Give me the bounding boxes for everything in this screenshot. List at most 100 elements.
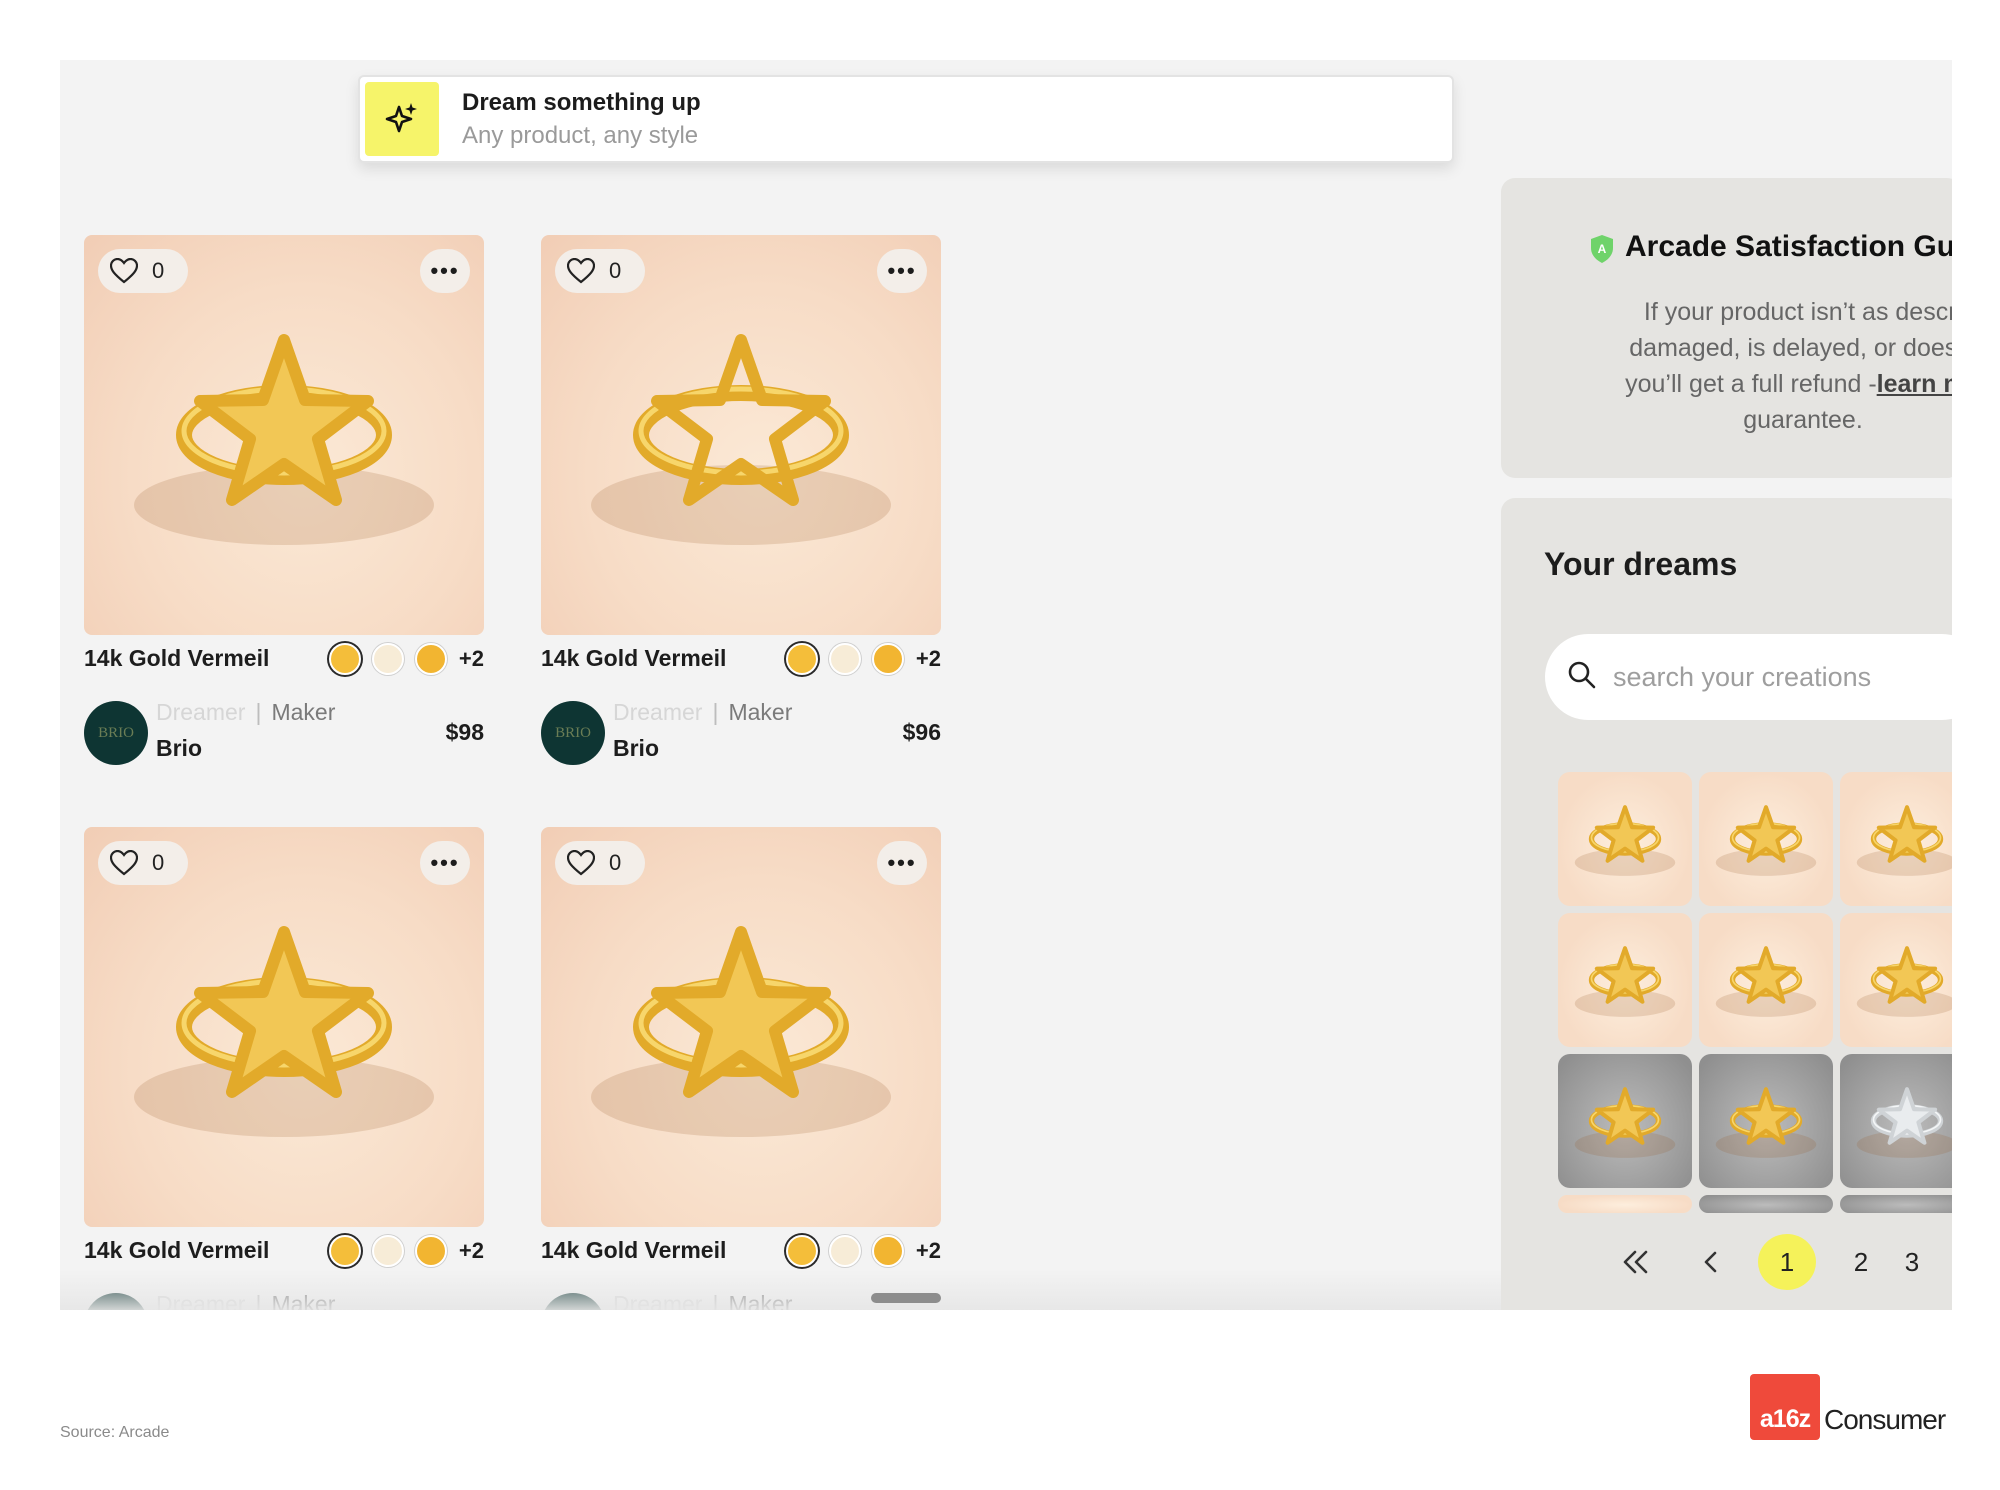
dream-thumbnail-partial[interactable] [1840, 1195, 1952, 1213]
source-caption: Source: Arcade [60, 1424, 170, 1441]
color-swatch[interactable] [328, 1235, 361, 1267]
guarantee-line: guarantee. [1743, 406, 1863, 434]
logo-mark: a16z [1750, 1374, 1820, 1440]
role-dreamer: Dreamer [156, 699, 246, 725]
pagination: 1 2 3 [1501, 1228, 1952, 1298]
dream-thumbnail[interactable] [1558, 913, 1692, 1047]
guarantee-body: If your product isn’t as descri damaged,… [1543, 294, 1952, 438]
color-swatch[interactable] [785, 1235, 818, 1267]
product-title: 14k Gold Vermeil [84, 645, 270, 671]
product-image[interactable] [541, 235, 941, 635]
guarantee-title: Arcade Satisfaction Gu [1625, 230, 1952, 263]
search-input[interactable] [1613, 661, 1952, 693]
roles: Dreamer|Maker [156, 699, 336, 725]
color-swatch[interactable] [371, 1235, 404, 1267]
dream-thumbnail[interactable] [1558, 1054, 1692, 1188]
role-maker: Maker [728, 699, 793, 725]
roles: Dreamer|Maker [613, 699, 793, 725]
dream-thumbnail[interactable] [1840, 913, 1952, 1047]
color-options: +2 [785, 1235, 941, 1267]
role-dreamer: Dreamer [613, 699, 703, 725]
page-2-button[interactable]: 2 [1846, 1234, 1876, 1290]
like-button[interactable]: 0 [555, 249, 645, 293]
like-button[interactable]: 0 [98, 249, 188, 293]
product-image[interactable] [541, 827, 941, 1227]
product-title: 14k Gold Vermeil [84, 1237, 270, 1263]
guarantee-line: If your product isn’t as descri [1643, 298, 1952, 326]
like-count: 0 [609, 850, 622, 875]
like-count: 0 [609, 258, 622, 283]
more-options-icon[interactable]: ••• [877, 249, 927, 293]
color-options: +2 [328, 643, 484, 675]
color-options: +2 [785, 643, 941, 675]
more-options-icon[interactable]: ••• [420, 249, 470, 293]
product-title: 14k Gold Vermeil [541, 645, 727, 671]
like-button[interactable]: 0 [555, 841, 645, 885]
avatar[interactable]: BRIO [541, 701, 605, 765]
scrollbar-thumb[interactable] [871, 1293, 941, 1303]
color-options: +2 [328, 1235, 484, 1267]
avatar[interactable]: BRIO [84, 701, 148, 765]
your-dreams-panel: Your dreams [1501, 498, 1952, 1310]
heart-icon [110, 850, 138, 876]
color-swatch[interactable] [371, 643, 404, 675]
like-count: 0 [152, 850, 165, 875]
chevron-left-icon[interactable] [1691, 1234, 1731, 1290]
more-colors-count[interactable]: +2 [916, 1238, 941, 1264]
shield-icon: A [1589, 234, 1615, 269]
learn-more-link[interactable]: learn mo [1877, 370, 1952, 398]
guarantee-line-text: you’ll get a full refund - [1625, 370, 1877, 398]
like-count: 0 [152, 258, 165, 283]
scroll-fade [60, 1270, 1510, 1310]
dream-thumbnail[interactable] [1840, 772, 1952, 906]
product-image[interactable] [84, 827, 484, 1227]
dream-prompt-bar[interactable]: Dream something up Any product, any styl… [358, 75, 1454, 163]
guarantee-line: you’ll get a full refund -learn mo [1543, 366, 1952, 402]
sparkles-icon [365, 82, 439, 156]
product-image[interactable] [84, 235, 484, 635]
page-3-button[interactable]: 3 [1897, 1234, 1927, 1290]
heart-icon [567, 258, 595, 284]
color-swatch[interactable] [828, 1235, 861, 1267]
dream-thumbnail[interactable] [1558, 772, 1692, 906]
color-swatch[interactable] [785, 643, 818, 675]
dream-thumbnail-partial[interactable] [1558, 1195, 1692, 1213]
maker-name[interactable]: Brio [156, 735, 202, 762]
svg-text:A: A [1598, 242, 1607, 256]
dream-title: Dream something up [462, 89, 701, 116]
color-swatch[interactable] [828, 643, 861, 675]
dream-thumbnail-partial[interactable] [1699, 1195, 1833, 1213]
more-options-icon[interactable]: ••• [877, 841, 927, 885]
dream-thumbnail[interactable] [1699, 913, 1833, 1047]
your-dreams-title: Your dreams [1544, 546, 1738, 582]
like-button[interactable]: 0 [98, 841, 188, 885]
maker-name[interactable]: Brio [613, 735, 659, 762]
more-colors-count[interactable]: +2 [459, 646, 484, 672]
dream-thumbnail[interactable] [1840, 1054, 1952, 1188]
search-icon [1567, 660, 1597, 695]
product-price: $96 [902, 719, 941, 745]
color-swatch[interactable] [328, 643, 361, 675]
search-creations[interactable] [1545, 634, 1952, 720]
product-title: 14k Gold Vermeil [541, 1237, 727, 1263]
more-colors-count[interactable]: +2 [459, 1238, 484, 1264]
color-swatch[interactable] [414, 1235, 447, 1267]
a16z-consumer-logo: a16z Consumer [1750, 1374, 1946, 1440]
more-colors-count[interactable]: +2 [916, 646, 941, 672]
satisfaction-guarantee-card: A Arcade Satisfaction Gu If your product… [1501, 178, 1952, 478]
double-chevron-left-icon[interactable] [1616, 1234, 1656, 1290]
color-swatch[interactable] [414, 643, 447, 675]
logo-word: Consumer [1824, 1404, 1946, 1435]
color-swatch[interactable] [871, 1235, 904, 1267]
dream-subtitle: Any product, any style [462, 122, 699, 149]
dream-thumbnail[interactable] [1699, 1054, 1833, 1188]
page-1-button[interactable]: 1 [1758, 1234, 1816, 1290]
guarantee-line: damaged, is delayed, or doesn’ [1629, 334, 1952, 362]
dream-thumbnail[interactable] [1699, 772, 1833, 906]
role-maker: Maker [271, 699, 336, 725]
app-frame: Dream something up Any product, any styl… [60, 60, 1952, 1310]
heart-icon [567, 850, 595, 876]
color-swatch[interactable] [871, 643, 904, 675]
more-options-icon[interactable]: ••• [420, 841, 470, 885]
heart-icon [110, 258, 138, 284]
